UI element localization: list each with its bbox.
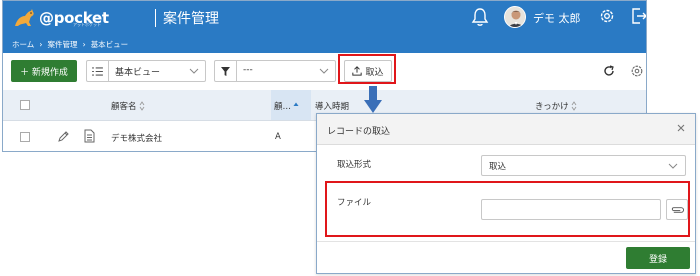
sort-icon <box>571 101 577 111</box>
import-dialog: レコードの取込 取込形式 取込 ファイル 登録 <box>316 113 696 274</box>
logout-icon[interactable] <box>631 7 647 25</box>
app-header: @pocket アットポケット 案件管理 デモ 太郎 ホーム › 案件管理 › … <box>3 1 646 53</box>
paperclip-icon <box>671 206 684 213</box>
bell-icon[interactable] <box>471 7 489 27</box>
register-button[interactable]: 登録 <box>626 247 690 269</box>
view-select[interactable]: 基本ビュー <box>86 60 206 82</box>
column-header-customer[interactable]: 顧客名 <box>111 100 145 112</box>
header-divider <box>155 9 156 27</box>
user-photo-icon <box>505 7 525 27</box>
cell-col2: A <box>275 132 281 142</box>
file-input[interactable] <box>481 199 661 220</box>
stage: @pocket アットポケット 案件管理 デモ 太郎 ホーム › 案件管理 › … <box>0 0 700 276</box>
breadcrumb-separator: › <box>82 40 86 49</box>
filter-icon <box>215 61 237 81</box>
import-highlight-box <box>338 54 396 84</box>
select-all-checkbox[interactable] <box>20 100 30 110</box>
down-arrow-icon <box>364 86 382 113</box>
close-icon[interactable] <box>676 123 686 133</box>
chevron-down-icon <box>668 163 678 169</box>
dialog-title: レコードの取込 <box>327 127 391 137</box>
kangaroo-logo-icon <box>15 9 34 26</box>
user-name[interactable]: デモ 太郎 <box>533 10 581 26</box>
breadcrumb-home[interactable]: ホーム <box>12 39 34 50</box>
list-icon <box>87 61 109 81</box>
page-title: 案件管理 <box>163 11 219 27</box>
cell-customer[interactable]: デモ株式会社 <box>111 132 162 144</box>
view-select-value: 基本ビュー <box>115 68 161 78</box>
breadcrumb-project[interactable]: 案件管理 <box>47 39 77 50</box>
filter-select[interactable]: --- <box>214 60 336 82</box>
chevron-down-icon <box>319 68 329 74</box>
dialog-divider <box>317 241 695 242</box>
edit-pencil-icon[interactable] <box>57 130 69 143</box>
column-header-col2[interactable]: 顧… <box>274 100 299 112</box>
breadcrumb-separator: › <box>39 40 43 49</box>
logo[interactable]: @pocket <box>11 7 133 29</box>
column-header-trigger[interactable]: きっかけ <box>535 100 577 112</box>
refresh-icon[interactable] <box>603 65 615 77</box>
table-settings-gear-icon[interactable] <box>630 64 644 78</box>
settings-gear-icon[interactable] <box>598 7 616 25</box>
filter-select-value: --- <box>243 65 253 75</box>
toolbar: ＋ 新規作成 基本ビュー --- 取込 <box>3 53 646 90</box>
dialog-header: レコードの取込 <box>317 114 695 145</box>
attach-file-button[interactable] <box>666 199 688 220</box>
breadcrumb: ホーム › 案件管理 › 基本ビュー <box>12 39 128 50</box>
column-header-intro-period[interactable]: 導入時期 <box>315 100 349 112</box>
avatar[interactable] <box>504 6 526 28</box>
logo-subtext: アットポケット <box>73 22 101 27</box>
row-checkbox[interactable] <box>20 132 30 142</box>
file-label: ファイル <box>337 198 372 208</box>
document-icon[interactable] <box>83 129 95 143</box>
format-select-value: 取込 <box>489 162 507 172</box>
new-record-button[interactable]: ＋ 新規作成 <box>11 60 77 82</box>
sort-icon <box>139 101 144 111</box>
format-label: 取込形式 <box>337 160 372 170</box>
chevron-down-icon <box>189 68 199 74</box>
format-select[interactable]: 取込 <box>481 155 686 176</box>
breadcrumb-current: 基本ビュー <box>90 40 129 49</box>
sort-asc-icon <box>293 102 299 106</box>
